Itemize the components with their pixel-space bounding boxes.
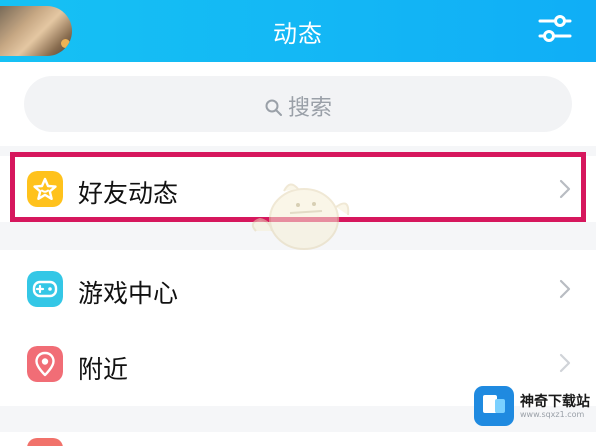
chevron-right-icon — [559, 279, 571, 299]
watermark-sub: www.sqxz1.com — [520, 409, 585, 419]
chevron-right-icon — [559, 179, 571, 199]
location-pin-icon — [27, 346, 63, 382]
search-input[interactable]: 搜索 — [24, 76, 572, 132]
search-icon — [265, 99, 282, 116]
menu-item-label: 附近 — [78, 355, 129, 384]
star-icon — [27, 171, 63, 207]
app-header: 动态 — [0, 0, 596, 62]
search-placeholder-text: 搜索 — [287, 96, 332, 121]
menu-item-label: 好友动态 — [78, 179, 179, 208]
menu-item-friend-feed[interactable]: 好友动态 — [0, 156, 596, 222]
filter-settings-icon[interactable] — [536, 10, 574, 48]
menu-item-game-center[interactable]: 游戏中心 — [0, 250, 596, 328]
site-watermark: 神奇下载站 www.sqxz1.com — [474, 380, 596, 432]
menu-item-label: 游戏中心 — [78, 279, 179, 308]
site-logo-icon — [474, 386, 514, 426]
watermark-text: 神奇下载站 — [520, 393, 590, 410]
chevron-right-icon — [559, 353, 571, 373]
page-title: 动态 — [273, 20, 323, 48]
menu-item-partial[interactable] — [0, 432, 596, 446]
search-panel: 搜索 — [0, 62, 596, 146]
gamepad-icon — [27, 271, 63, 307]
search-placeholder: 搜索 — [24, 90, 572, 122]
partial-item-icon — [27, 438, 63, 446]
